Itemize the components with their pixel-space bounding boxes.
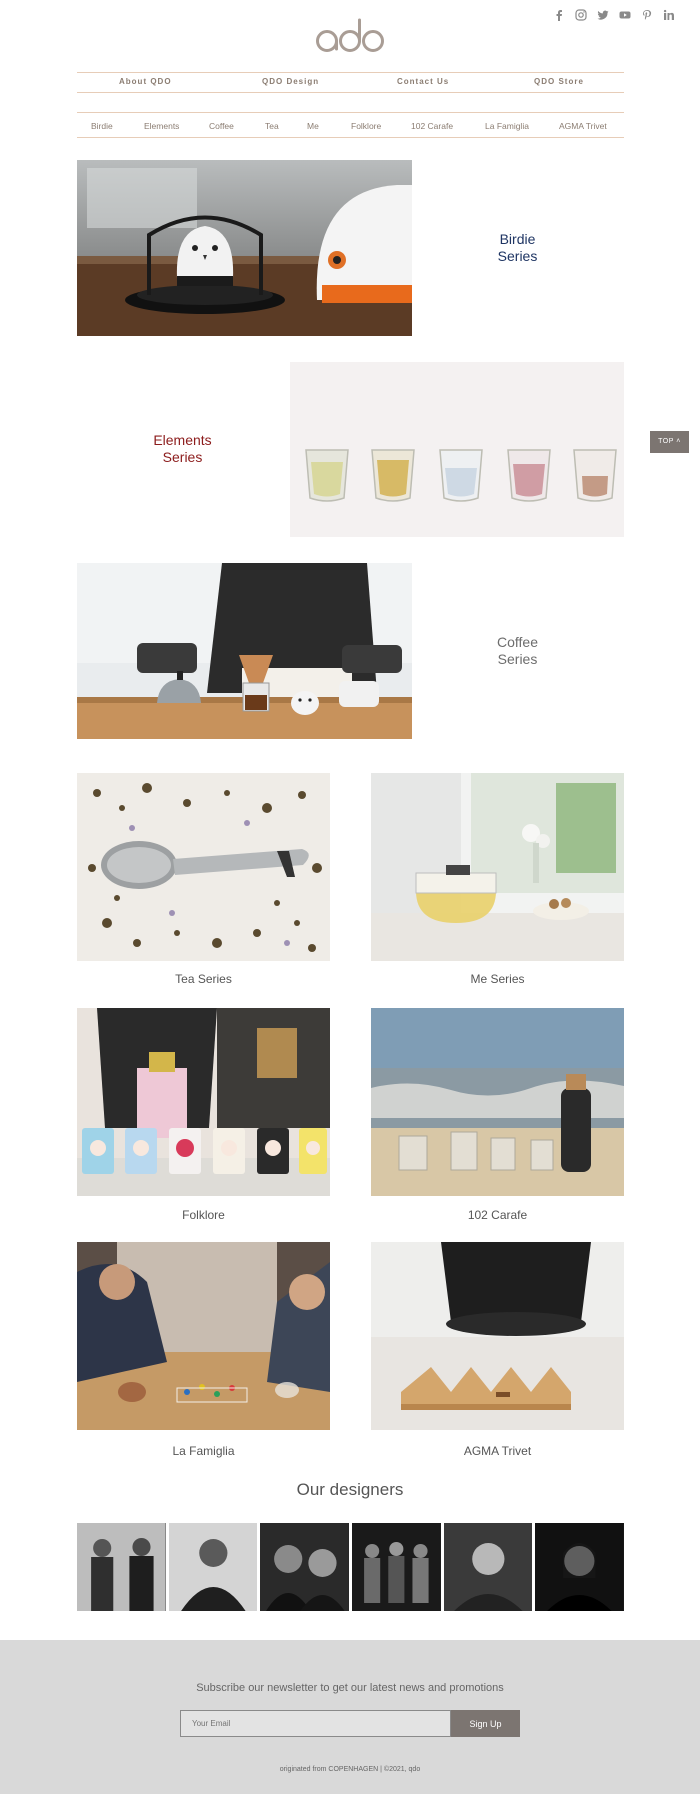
youtube-icon[interactable] — [619, 9, 632, 22]
designer-photo[interactable] — [535, 1523, 625, 1611]
series-nav: Birdie Elements Coffee Tea Me Folklore 1… — [77, 112, 624, 138]
elements-series-title[interactable]: Elements Series — [120, 432, 245, 466]
series-nav-agma-trivet[interactable]: AGMA Trivet — [559, 121, 607, 131]
birdie-title-line1: Birdie — [499, 231, 536, 247]
designers-strip — [77, 1523, 625, 1611]
birdie-series-title[interactable]: Birdie Series — [455, 231, 580, 265]
series-nav-me[interactable]: Me — [307, 121, 319, 131]
designer-photo[interactable] — [443, 1523, 533, 1611]
twitter-icon[interactable] — [597, 9, 610, 22]
la-famiglia-caption[interactable]: La Famiglia — [77, 1444, 330, 1458]
la-famiglia-image[interactable] — [77, 1242, 330, 1430]
elements-title-line1: Elements — [153, 432, 212, 448]
main-nav: About QDO QDO Design Contact Us QDO Stor… — [77, 72, 624, 93]
series-nav-coffee[interactable]: Coffee — [209, 121, 234, 131]
me-series-image[interactable] — [371, 773, 624, 961]
birdie-series-image[interactable] — [77, 160, 412, 336]
coffee-title-line2: Series — [497, 651, 538, 667]
nav-qdo-store[interactable]: QDO Store — [534, 77, 584, 86]
series-nav-la-famiglia[interactable]: La Famiglia — [485, 121, 529, 131]
footer: Subscribe our newsletter to get our late… — [0, 1640, 700, 1794]
series-nav-folklore[interactable]: Folklore — [351, 121, 381, 131]
102-carafe-image[interactable] — [371, 1008, 624, 1196]
designer-photo[interactable] — [260, 1523, 350, 1611]
nav-contact-us[interactable]: Contact Us — [397, 77, 449, 86]
nav-about-qdo[interactable]: About QDO — [119, 77, 172, 86]
series-nav-tea[interactable]: Tea — [265, 121, 279, 131]
coffee-series-image[interactable] — [77, 563, 412, 739]
tea-series-caption[interactable]: Tea Series — [77, 972, 330, 986]
designer-photo[interactable] — [168, 1523, 258, 1611]
copyright-text: originated from COPENHAGEN | ©2021, qdo — [279, 1766, 421, 1773]
instagram-icon[interactable] — [575, 9, 588, 22]
back-to-top-button[interactable]: TOP ˄ — [650, 431, 689, 453]
elements-series-image[interactable] — [290, 362, 624, 537]
me-series-caption[interactable]: Me Series — [371, 972, 624, 986]
coffee-title-line1: Coffee — [497, 634, 538, 650]
coffee-series-title[interactable]: Coffee Series — [455, 634, 580, 668]
series-nav-102-carafe[interactable]: 102 Carafe — [411, 121, 453, 131]
folklore-image[interactable] — [77, 1008, 330, 1196]
elements-title-line2: Series — [162, 449, 203, 465]
agma-trivet-caption[interactable]: AGMA Trivet — [371, 1444, 624, 1458]
folklore-caption[interactable]: Folklore — [77, 1208, 330, 1222]
designer-photo[interactable] — [77, 1523, 166, 1611]
designer-photo[interactable] — [352, 1523, 441, 1611]
agma-trivet-image[interactable] — [371, 1242, 624, 1430]
series-nav-elements[interactable]: Elements — [144, 121, 179, 131]
102-carafe-caption[interactable]: 102 Carafe — [371, 1208, 624, 1222]
tea-series-image[interactable] — [77, 773, 330, 961]
qdo-logo[interactable] — [314, 16, 386, 58]
facebook-icon[interactable] — [553, 9, 566, 22]
linkedin-icon[interactable] — [663, 9, 676, 22]
email-field[interactable] — [180, 1710, 451, 1737]
pinterest-icon[interactable] — [641, 9, 654, 22]
designers-title: Our designers — [296, 1480, 404, 1499]
series-nav-birdie[interactable]: Birdie — [91, 121, 113, 131]
signup-button[interactable]: Sign Up — [451, 1710, 520, 1737]
newsletter-text: Subscribe our newsletter to get our late… — [196, 1682, 504, 1694]
nav-qdo-design[interactable]: QDO Design — [262, 77, 319, 86]
social-links — [553, 9, 676, 22]
birdie-title-line2: Series — [497, 248, 538, 264]
